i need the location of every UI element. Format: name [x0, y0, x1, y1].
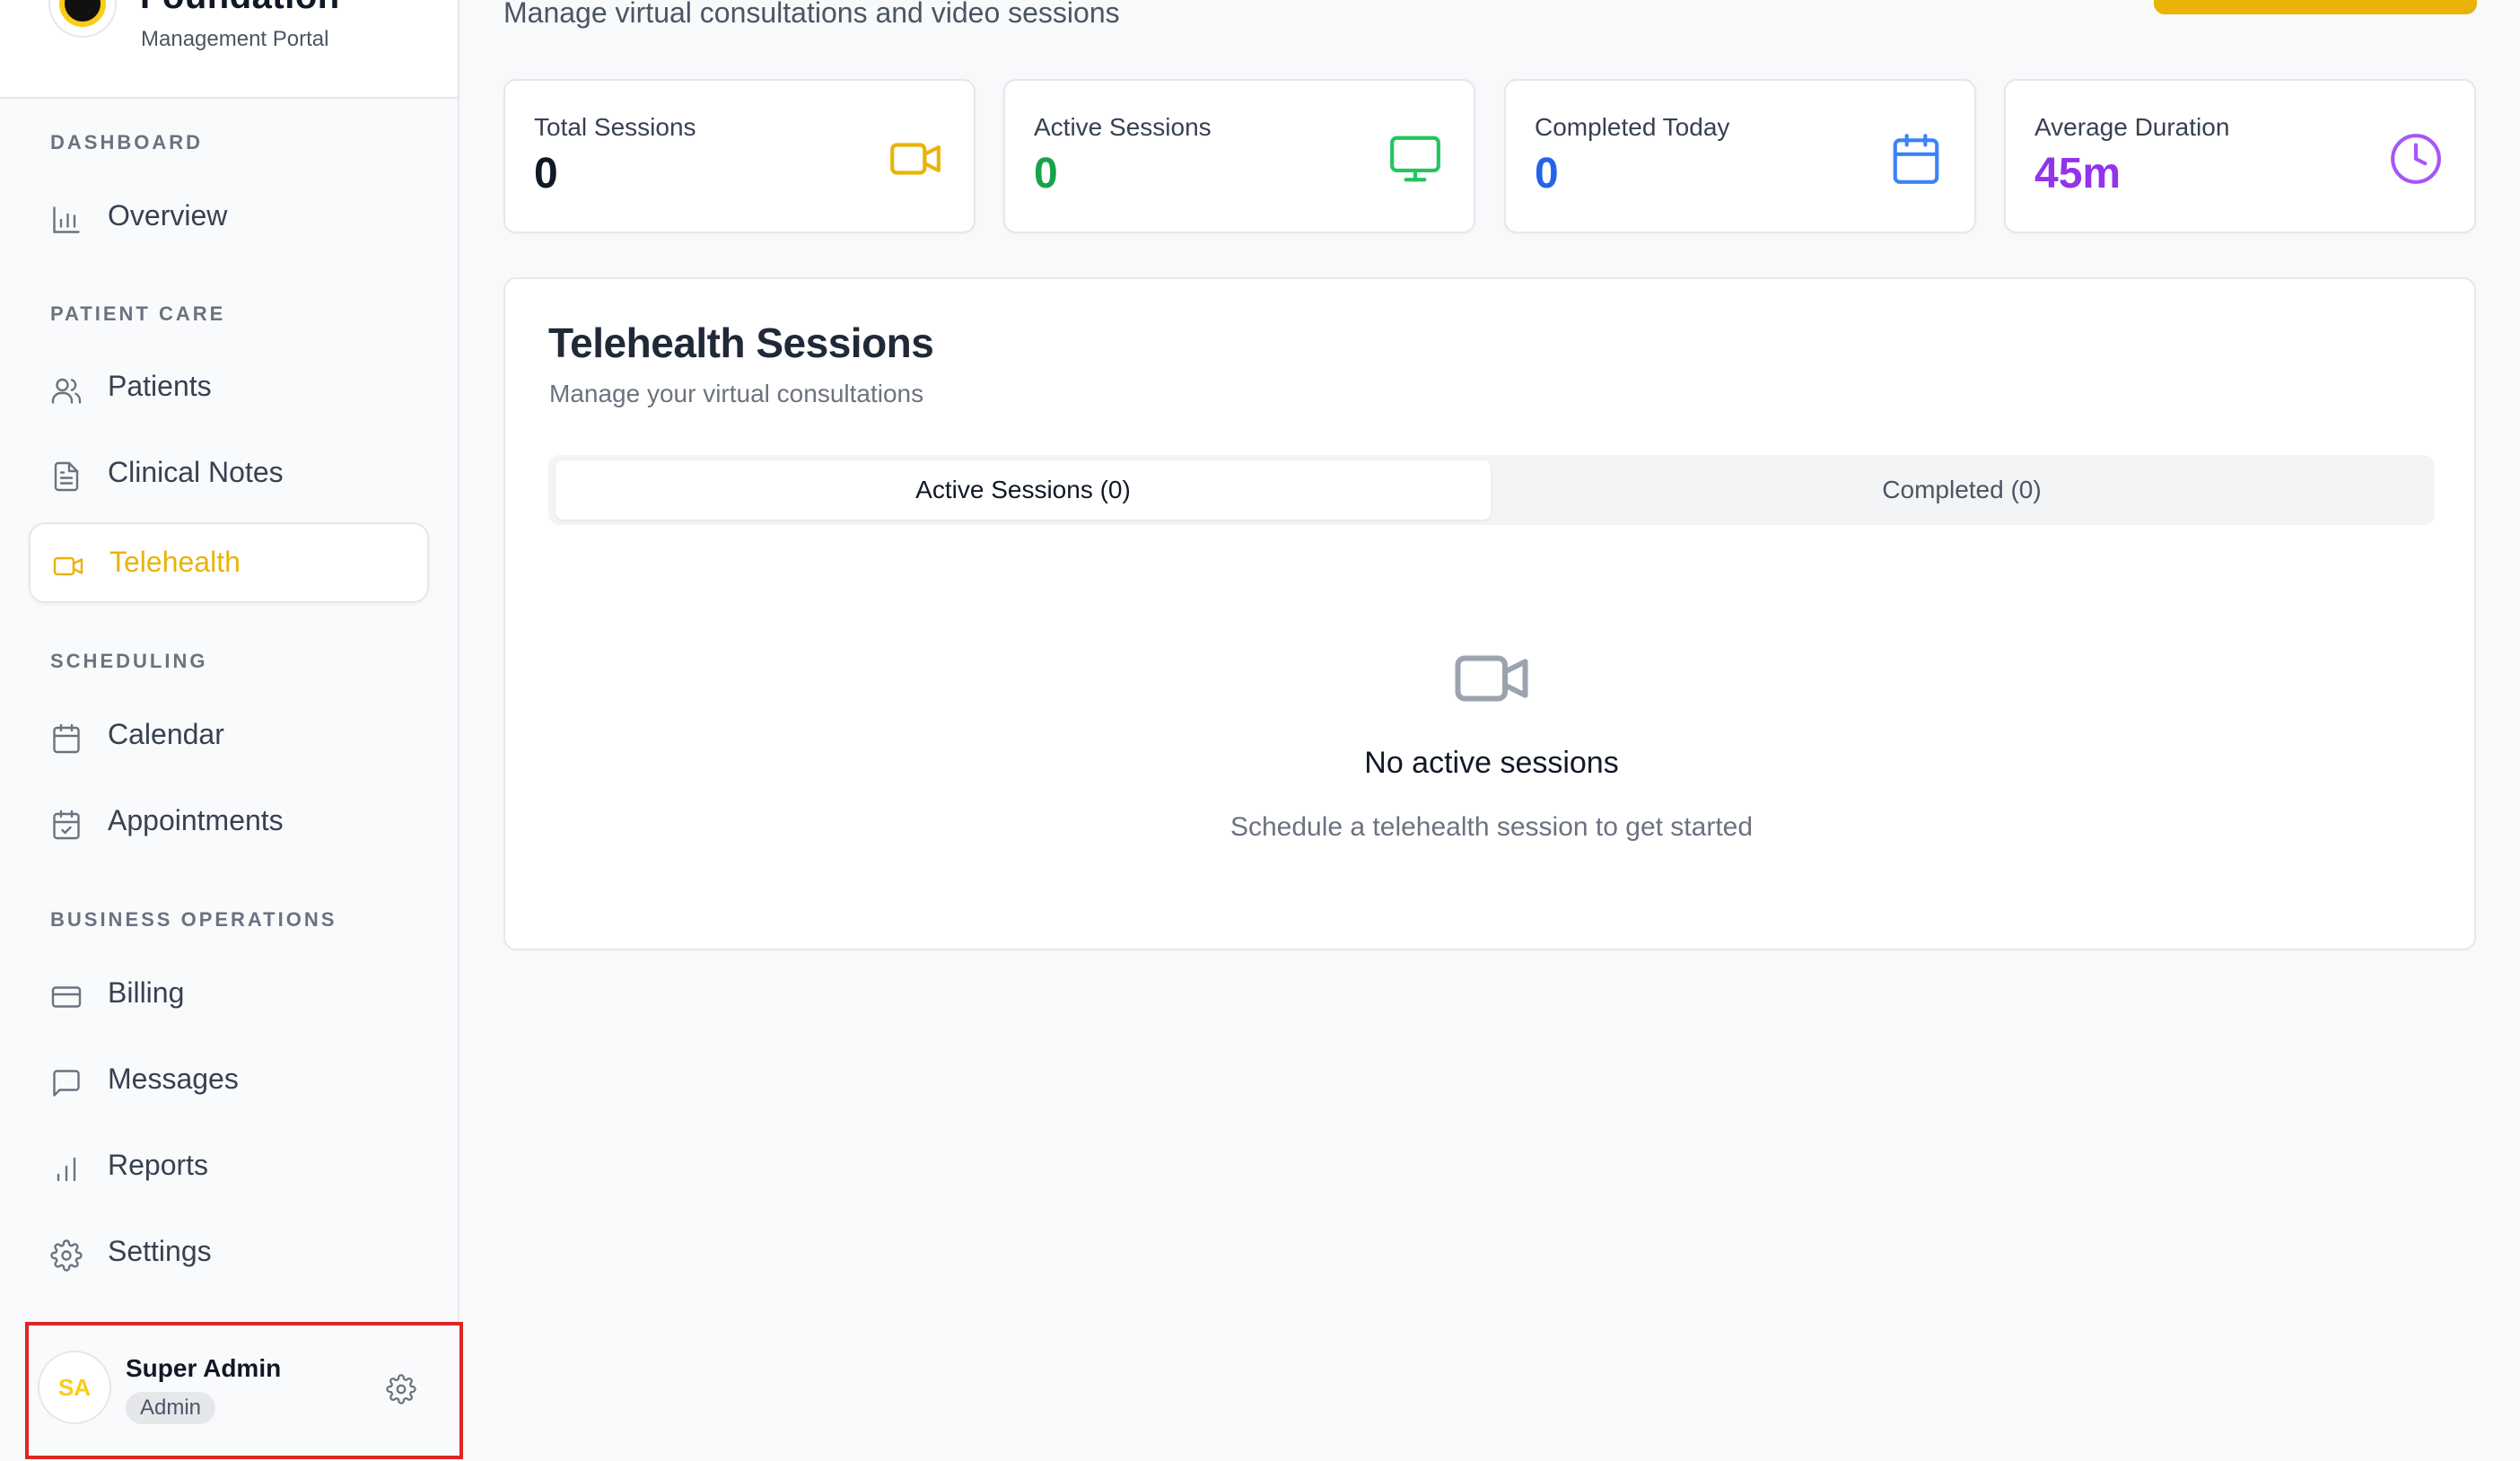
telehealth-sessions-panel: Telehealth Sessions Manage your virtual …	[503, 277, 2476, 950]
sidebar-item-clinical-notes[interactable]: Clinical Notes	[29, 434, 429, 515]
stat-value: 0	[534, 150, 558, 197]
video-icon	[1451, 638, 1532, 719]
stat-value: 0	[1034, 150, 1058, 197]
sidebar-item-label: Telehealth	[109, 546, 241, 578]
video-icon	[52, 550, 84, 582]
sidebar-item-label: Clinical Notes	[108, 456, 284, 488]
tab-active-sessions[interactable]: Active Sessions (0)	[556, 460, 1491, 520]
empty-state-title: No active sessions	[1364, 746, 1619, 780]
user-name: Super Admin	[126, 1354, 282, 1382]
sidebar-item-label: Billing	[108, 976, 185, 1009]
sidebar-item-patients[interactable]: Patients	[29, 348, 429, 429]
sidebar-item-appointments[interactable]: Appointments	[29, 783, 429, 863]
session-tabs: Active Sessions (0) Completed (0)	[548, 455, 2435, 525]
page-subtitle: Manage virtual consultations and video s…	[503, 0, 1120, 29]
sidebar-item-billing[interactable]: Billing	[29, 955, 429, 1036]
stat-label: Completed Today	[1535, 113, 1730, 141]
tab-completed[interactable]: Completed (0)	[1494, 460, 2429, 520]
brand-header: Foundation Management Portal	[0, 0, 458, 99]
stat-label: Average Duration	[2034, 113, 2230, 141]
stat-card-average-duration: Average Duration 45m	[2004, 79, 2476, 233]
stat-value: 45m	[2034, 150, 2122, 197]
bar-chart-icon	[50, 204, 83, 236]
sidebar-item-label: Appointments	[108, 804, 284, 836]
message-square-icon	[50, 1067, 83, 1099]
sidebar-item-label: Patients	[108, 370, 212, 402]
panel-title: Telehealth Sessions	[548, 319, 934, 366]
gear-icon[interactable]	[386, 1374, 416, 1404]
brand-logo	[48, 0, 117, 38]
calendar-icon	[1888, 131, 1944, 187]
sidebar-item-telehealth[interactable]: Telehealth	[29, 522, 429, 603]
avatar: SA	[38, 1351, 111, 1424]
section-scheduling: SCHEDULING	[50, 650, 208, 672]
clock-icon	[2388, 131, 2444, 187]
brand-subtitle: Management Portal	[141, 27, 329, 51]
sidebar-item-settings[interactable]: Settings	[29, 1213, 429, 1294]
sidebar-item-reports[interactable]: Reports	[29, 1127, 429, 1208]
stat-value: 0	[1535, 150, 1559, 197]
sidebar-item-overview[interactable]: Overview	[29, 178, 429, 258]
monitor-icon	[1387, 131, 1443, 187]
credit-card-icon	[50, 981, 83, 1013]
users-icon	[50, 374, 83, 407]
empty-state-subtitle: Schedule a telehealth session to get sta…	[1229, 812, 1754, 842]
gear-icon	[50, 1239, 83, 1272]
sidebar-item-calendar[interactable]: Calendar	[29, 696, 429, 777]
section-dashboard: DASHBOARD	[50, 131, 203, 153]
video-icon	[888, 131, 943, 187]
user-profile[interactable]: SA Super Admin Admin	[25, 1322, 463, 1459]
sidebar-item-label: Calendar	[108, 718, 224, 750]
sidebar: Foundation Management Portal DASHBOARD O…	[0, 0, 463, 1461]
calendar-check-icon	[50, 809, 83, 841]
stat-label: Active Sessions	[1034, 113, 1212, 141]
section-patient-care: PATIENT CARE	[50, 302, 226, 325]
sidebar-item-messages[interactable]: Messages	[29, 1041, 429, 1122]
panel-subtitle: Manage your virtual consultations	[549, 380, 924, 407]
sidebar-item-label: Overview	[108, 199, 228, 232]
stat-label: Total Sessions	[534, 113, 696, 141]
user-role-badge: Admin	[126, 1392, 216, 1424]
calendar-icon	[50, 722, 83, 755]
primary-action-button[interactable]	[2154, 0, 2477, 14]
section-business-operations: BUSINESS OPERATIONS	[50, 908, 337, 931]
brand-title: Foundation	[140, 0, 340, 17]
stat-card-active-sessions: Active Sessions 0	[1003, 79, 1475, 233]
sidebar-item-label: Reports	[108, 1149, 209, 1181]
stat-card-completed-today: Completed Today 0	[1504, 79, 1976, 233]
bar-chart-icon	[50, 1153, 83, 1185]
file-text-icon	[50, 460, 83, 493]
sidebar-item-label: Messages	[108, 1063, 239, 1095]
stat-card-total-sessions: Total Sessions 0	[503, 79, 976, 233]
sidebar-item-label: Settings	[108, 1235, 212, 1267]
